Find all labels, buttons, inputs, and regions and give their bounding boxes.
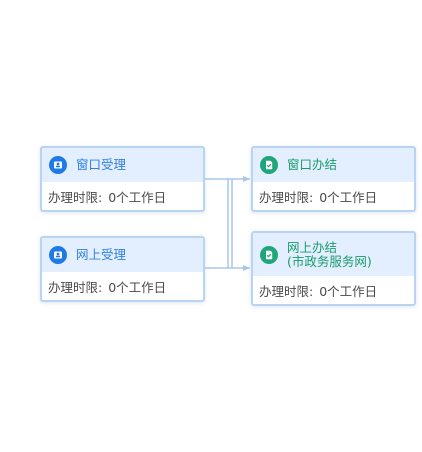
time-limit-value: 0个工作日 (108, 189, 167, 205)
user-badge-icon (49, 246, 67, 264)
node-title: 网上受理 (76, 247, 127, 262)
time-limit-label: 办理时限: (259, 189, 314, 205)
node-time-limit: 办理时限: 0个工作日 (42, 182, 203, 210)
node-title: 网上办结 (市政务服务网) (287, 239, 372, 269)
time-limit-label: 办理时限: (259, 283, 314, 299)
node-window-complete[interactable]: 窗口办结 办理时限: 0个工作日 (251, 146, 416, 212)
node-header: 窗口办结 (253, 148, 414, 182)
node-header: 窗口受理 (42, 148, 203, 182)
node-title-subline: (市政务服务网) (287, 253, 372, 269)
node-header: 网上办结 (市政务服务网) (253, 233, 414, 276)
flow-diagram: 窗口受理 办理时限: 0个工作日 网上受理 办理时限: 0个工作日 窗口办结 办… (0, 0, 422, 452)
time-limit-label: 办理时限: (48, 189, 103, 205)
node-title-line: 网上办结 (287, 239, 338, 255)
user-badge-icon (49, 156, 67, 174)
node-title: 窗口受理 (76, 157, 127, 172)
time-limit-value: 0个工作日 (108, 279, 167, 295)
node-time-limit: 办理时限: 0个工作日 (253, 182, 414, 210)
node-time-limit: 办理时限: 0个工作日 (253, 276, 414, 304)
connector-lines (204, 176, 250, 271)
time-limit-label: 办理时限: (48, 279, 103, 295)
node-online-accept[interactable]: 网上受理 办理时限: 0个工作日 (40, 236, 205, 302)
time-limit-value: 0个工作日 (319, 189, 378, 205)
connector-window-accept (204, 178, 229, 268)
document-check-icon (260, 156, 278, 174)
time-limit-value: 0个工作日 (319, 283, 378, 299)
node-window-accept[interactable]: 窗口受理 办理时限: 0个工作日 (40, 146, 205, 212)
node-online-complete[interactable]: 网上办结 (市政务服务网) 办理时限: 0个工作日 (251, 231, 416, 306)
connector-online-accept (204, 179, 233, 269)
document-check-icon (260, 245, 278, 264)
node-time-limit: 办理时限: 0个工作日 (42, 272, 203, 300)
node-title: 窗口办结 (287, 157, 338, 172)
node-header: 网上受理 (42, 238, 203, 272)
